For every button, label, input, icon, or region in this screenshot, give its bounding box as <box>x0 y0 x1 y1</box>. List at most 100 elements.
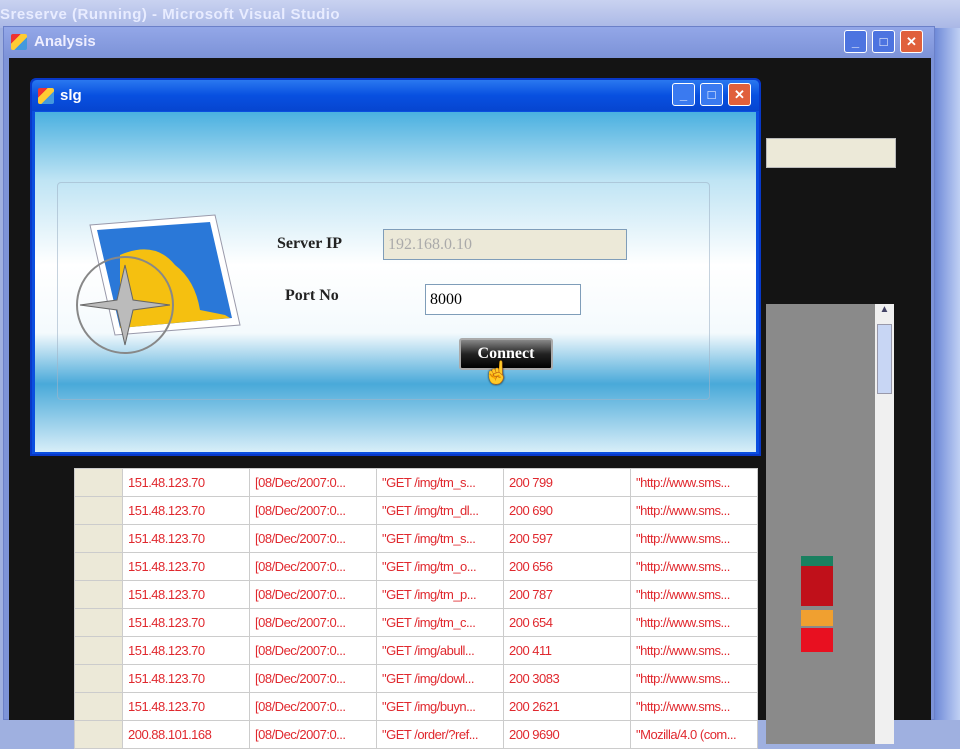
analysis-titlebar[interactable]: Analysis _ □ ✕ <box>4 27 934 57</box>
close-button[interactable]: ✕ <box>728 83 751 106</box>
table-cell: 200 9690 <box>503 720 631 749</box>
table-cell: 200 597 <box>503 524 631 553</box>
bar-block <box>801 610 833 626</box>
analysis-title: Analysis <box>34 33 96 50</box>
row-header[interactable] <box>74 580 123 609</box>
port-label: Port No <box>285 287 339 304</box>
log-table: 151.48.123.70 [08/Dec/2007:0... "GET /img/… <box>74 468 758 749</box>
server-ip-input[interactable]: 192.168.0.10 <box>383 229 627 260</box>
minimize-button[interactable]: _ <box>672 83 695 106</box>
row-header[interactable] <box>74 524 123 553</box>
row-header[interactable] <box>74 692 123 721</box>
row-header[interactable] <box>74 468 123 497</box>
table-cell: "http://www.sms... <box>630 692 758 721</box>
scrollbar[interactable]: ▲ <box>875 304 894 744</box>
table-cell: "GET /img/buyn... <box>376 692 504 721</box>
table-cell: [08/Dec/2007:0... <box>249 692 377 721</box>
table-cell: "http://www.sms... <box>630 524 758 553</box>
table-cell: "http://www.sms... <box>630 664 758 693</box>
table-cell: 151.48.123.70 <box>122 524 250 553</box>
table-cell: [08/Dec/2007:0... <box>249 664 377 693</box>
table-row[interactable]: 151.48.123.70 [08/Dec/2007:0... "GET /img/… <box>74 552 758 581</box>
table-cell: "GET /img/tm_dl... <box>376 496 504 525</box>
row-header[interactable] <box>74 720 123 749</box>
dialog-body: Server IP 192.168.0.10 Port No 8000 Conn… <box>35 112 756 452</box>
table-cell: 200 690 <box>503 496 631 525</box>
table-row[interactable]: 151.48.123.70 [08/Dec/2007:0... "GET /img/… <box>74 468 758 497</box>
table-cell: [08/Dec/2007:0... <box>249 468 377 497</box>
table-cell: "http://www.sms... <box>630 496 758 525</box>
slg-dialog: slg _ □ ✕ Server IP 192.168.0.10 Port No… <box>30 78 761 456</box>
table-cell: 200 2621 <box>503 692 631 721</box>
port-input[interactable]: 8000 <box>425 284 581 315</box>
scroll-up-icon[interactable]: ▲ <box>875 304 894 322</box>
table-cell: 151.48.123.70 <box>122 664 250 693</box>
scroll-thumb[interactable] <box>877 324 892 394</box>
table-cell: "GET /img/tm_s... <box>376 524 504 553</box>
table-row[interactable]: 151.48.123.70 [08/Dec/2007:0... "GET /img/… <box>74 496 758 525</box>
background-window-edge <box>935 28 960 720</box>
table-row[interactable]: 151.48.123.70 [08/Dec/2007:0... "GET /img/… <box>74 608 758 637</box>
table-row[interactable]: 151.48.123.70 [08/Dec/2007:0... "GET /img/… <box>74 524 758 553</box>
table-cell: 200 411 <box>503 636 631 665</box>
table-cell: [08/Dec/2007:0... <box>249 524 377 553</box>
table-cell: "GET /img/tm_s... <box>376 468 504 497</box>
table-cell: 200 3083 <box>503 664 631 693</box>
table-cell: 151.48.123.70 <box>122 580 250 609</box>
vs-titlebar: Sreserve (Running) - Microsoft Visual St… <box>0 0 960 28</box>
table-cell: "Mozilla/4.0 (com... <box>630 720 758 749</box>
row-header[interactable] <box>74 636 123 665</box>
table-cell: [08/Dec/2007:0... <box>249 552 377 581</box>
table-cell: "GET /order/?ref... <box>376 720 504 749</box>
table-cell: 200 787 <box>503 580 631 609</box>
table-cell: "http://www.sms... <box>630 608 758 637</box>
row-header[interactable] <box>74 608 123 637</box>
table-row[interactable]: 200.88.101.168 [08/Dec/2007:0... "GET /ord… <box>74 720 758 749</box>
bar-block <box>801 628 833 652</box>
vs-title: Sreserve (Running) - Microsoft Visual St… <box>0 6 341 23</box>
table-cell: [08/Dec/2007:0... <box>249 580 377 609</box>
row-header[interactable] <box>74 664 123 693</box>
table-cell: [08/Dec/2007:0... <box>249 720 377 749</box>
slg-titlebar[interactable]: slg _ □ ✕ <box>32 80 759 111</box>
row-header[interactable] <box>74 552 123 581</box>
maximize-button[interactable]: □ <box>872 30 895 53</box>
app-icon <box>11 34 27 50</box>
table-cell: "http://www.sms... <box>630 636 758 665</box>
close-button[interactable]: ✕ <box>900 30 923 53</box>
map-compass-icon <box>76 214 241 354</box>
table-cell: "http://www.sms... <box>630 580 758 609</box>
table-cell: [08/Dec/2007:0... <box>249 608 377 637</box>
table-cell: [08/Dec/2007:0... <box>249 496 377 525</box>
table-cell: 151.48.123.70 <box>122 636 250 665</box>
table-row[interactable]: 151.48.123.70 [08/Dec/2007:0... "GET /img/… <box>74 692 758 721</box>
row-header[interactable] <box>74 496 123 525</box>
table-cell: 200.88.101.168 <box>122 720 250 749</box>
table-cell: "GET /img/tm_c... <box>376 608 504 637</box>
table-cell: [08/Dec/2007:0... <box>249 636 377 665</box>
chart-panel: ▲ <box>766 304 894 744</box>
table-cell: 200 654 <box>503 608 631 637</box>
bar-block <box>801 556 833 566</box>
table-cell: 151.48.123.70 <box>122 496 250 525</box>
dialog-title: slg <box>60 87 82 104</box>
table-row[interactable]: 151.48.123.70 [08/Dec/2007:0... "GET /img/… <box>74 664 758 693</box>
table-cell: 200 656 <box>503 552 631 581</box>
minimize-button[interactable]: _ <box>844 30 867 53</box>
table-row[interactable]: 151.48.123.70 [08/Dec/2007:0... "GET /img/… <box>74 580 758 609</box>
table-cell: "GET /img/dowl... <box>376 664 504 693</box>
app-icon <box>38 88 54 104</box>
table-cell: "GET /img/abull... <box>376 636 504 665</box>
table-row[interactable]: 151.48.123.70 [08/Dec/2007:0... "GET /img/… <box>74 636 758 665</box>
table-cell: 151.48.123.70 <box>122 552 250 581</box>
maximize-button[interactable]: □ <box>700 83 723 106</box>
table-cell: "http://www.sms... <box>630 552 758 581</box>
table-cell: "GET /img/tm_p... <box>376 580 504 609</box>
bar-block <box>801 566 833 606</box>
table-cell: 151.48.123.70 <box>122 608 250 637</box>
table-cell: "GET /img/tm_o... <box>376 552 504 581</box>
table-cell: "http://www.sms... <box>630 468 758 497</box>
table-cell: 200 799 <box>503 468 631 497</box>
hand-cursor-icon: ☝ <box>483 360 511 385</box>
text-field[interactable] <box>766 138 896 168</box>
